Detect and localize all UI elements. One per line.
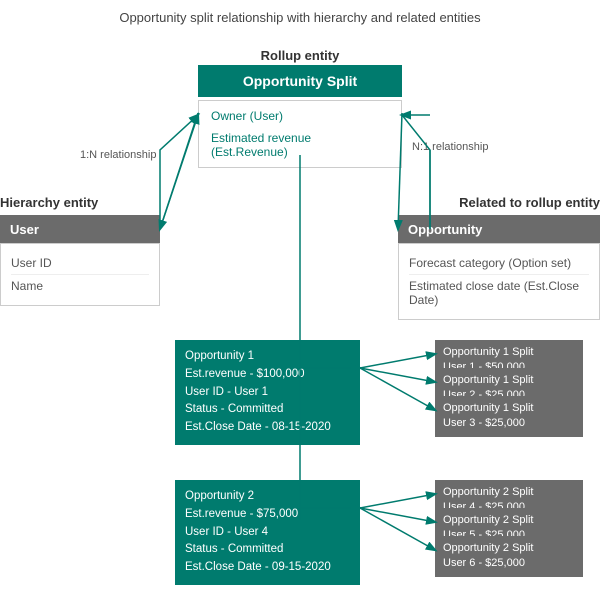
related-section-label: Related to rollup entity xyxy=(398,195,600,210)
diagram-container: Opportunity split relationship with hier… xyxy=(0,0,600,610)
related-white-box: Forecast category (Option set) Estimated… xyxy=(398,243,600,320)
hierarchy-box-label: User xyxy=(10,222,39,237)
hierarchy-gray-box: User xyxy=(0,215,160,244)
diagram-title: Opportunity split relationship with hier… xyxy=(0,0,600,33)
rollup-section-label: Rollup entity xyxy=(200,48,400,63)
hierarchy-field-0: User ID xyxy=(11,252,149,275)
related-field-0: Forecast category (Option set) xyxy=(409,252,589,275)
rollup-field2: Estimated revenue (Est.Revenue) xyxy=(211,131,389,159)
opportunity-1-box: Opportunity 1 Est.revenue - $100,000 Use… xyxy=(175,340,360,445)
related-gray-box: Opportunity xyxy=(398,215,600,244)
rollup-box-label: Opportunity Split xyxy=(243,73,357,89)
hierarchy-field-1: Name xyxy=(11,275,149,297)
rollup-field1: Owner (User) xyxy=(211,109,389,123)
related-box-label: Opportunity xyxy=(408,222,482,237)
rollup-teal-box: Opportunity Split xyxy=(198,65,402,97)
split-2c: Opportunity 2 Split User 6 - $25,000 xyxy=(435,536,583,577)
split-1c: Opportunity 1 Split User 3 - $25,000 xyxy=(435,396,583,437)
hierarchy-white-box: User ID Name xyxy=(0,243,160,306)
left-relationship-label: 1:N relationship xyxy=(80,148,156,163)
opportunity-2-box: Opportunity 2 Est.revenue - $75,000 User… xyxy=(175,480,360,585)
hierarchy-section-label: Hierarchy entity xyxy=(0,195,98,210)
right-relationship-label: N:1 relationship xyxy=(412,140,488,155)
rollup-white-box: Owner (User) Estimated revenue (Est.Reve… xyxy=(198,100,402,168)
related-field-1: Estimated close date (Est.Close Date) xyxy=(409,275,589,311)
